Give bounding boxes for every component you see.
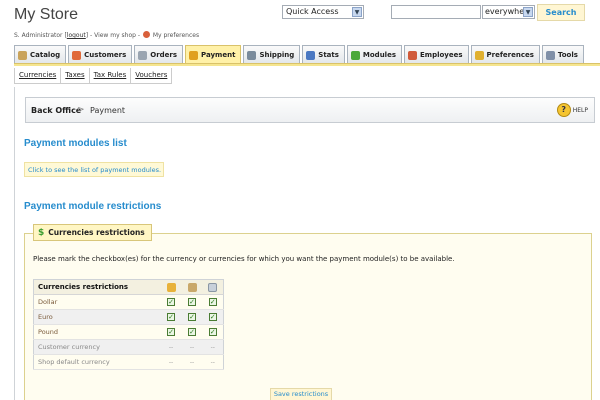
cod-module-icon: [208, 282, 218, 292]
currency-restrictions-table: Currencies restrictions Dollar ✓ ✓ ✓ Euro ✓ ✓ ✓…: [33, 279, 224, 370]
stats-icon: [306, 50, 316, 60]
store-title: My Store: [14, 6, 79, 23]
search-button[interactable]: Search: [537, 4, 585, 21]
not-applicable-mark: --: [210, 359, 215, 366]
not-applicable-mark: --: [189, 359, 195, 366]
tab-label: Tools: [557, 51, 578, 59]
tab-customers[interactable]: Customers: [68, 45, 133, 64]
chevron-right-icon: >: [77, 105, 85, 115]
tab-label: Payment: [201, 51, 236, 59]
subtab-currencies[interactable]: Currencies: [15, 68, 62, 83]
user-name: S. Administrator: [14, 32, 63, 39]
main-tabs: Catalog Customers Orders Payment Shipping Sta…: [14, 45, 586, 64]
not-applicable-mark: --: [168, 359, 174, 366]
chevron-down-icon: ▼: [523, 7, 533, 17]
dollar-icon: $: [38, 227, 45, 238]
restriction-checkbox[interactable]: ✓: [167, 313, 175, 321]
tab-label: Shipping: [259, 51, 295, 59]
orders-icon: [138, 50, 148, 60]
shipping-icon: [247, 50, 257, 60]
subtab-taxes[interactable]: Taxes: [61, 68, 90, 83]
tab-preferences[interactable]: Preferences: [470, 45, 540, 64]
restriction-checkbox[interactable]: ✓: [208, 313, 217, 321]
restriction-checkbox[interactable]: ✓: [188, 298, 196, 306]
user-line: S. Administrator [logout] - View my shop…: [14, 31, 200, 39]
legend-label: Currencies restrictions: [48, 228, 145, 237]
search-scope-select[interactable]: everywhere ▼: [482, 5, 535, 19]
sub-tabs: Currencies Taxes Tax Rules Vouchers: [14, 68, 173, 84]
not-applicable-mark: --: [210, 344, 215, 351]
help-label: HELP: [572, 106, 588, 114]
tab-label: Modules: [362, 51, 396, 59]
currency-label: Customer currency: [33, 339, 161, 355]
breadcrumb-root[interactable]: Back Office: [31, 106, 81, 115]
currency-label: Dollar: [33, 294, 161, 310]
tab-label: Orders: [150, 51, 178, 59]
currency-label: Euro: [33, 309, 161, 325]
payment-icon: [189, 50, 199, 60]
quick-access-select[interactable]: Quick Access ▼: [282, 5, 364, 19]
subtab-tax-rules[interactable]: Tax Rules: [90, 68, 132, 83]
tab-modules[interactable]: Modules: [346, 45, 402, 64]
breadcrumb: Back Office > Payment ? HELP: [25, 97, 595, 123]
table-row: Euro ✓ ✓ ✓: [33, 309, 224, 325]
cheque-module-icon: [166, 282, 176, 292]
tab-label: Preferences: [486, 51, 534, 59]
tab-underline: [14, 63, 600, 66]
save-restrictions-button[interactable]: Save restrictions: [270, 388, 332, 400]
tab-payment[interactable]: Payment: [185, 45, 242, 64]
restriction-checkbox[interactable]: ✓: [188, 313, 196, 321]
preferences-icon: [474, 50, 484, 60]
tab-tools[interactable]: Tools: [541, 45, 584, 64]
preferences-icon: [142, 31, 150, 38]
restriction-checkbox[interactable]: ✓: [167, 328, 175, 336]
tools-icon: [545, 50, 555, 60]
header: My Store S. Administrator [logout] - Vie…: [0, 0, 600, 44]
breadcrumb-current: Payment: [90, 106, 126, 115]
table-header: Currencies restrictions: [33, 279, 161, 295]
table-row: Shop default currency -- -- --: [33, 354, 224, 370]
tab-stats[interactable]: Stats: [302, 45, 345, 64]
not-applicable-mark: --: [189, 344, 195, 351]
restriction-checkbox[interactable]: ✓: [208, 328, 217, 336]
restriction-checkbox[interactable]: ✓: [167, 298, 175, 306]
payment-modules-list-title: Payment modules list: [24, 138, 127, 149]
content-area: Back Office > Payment ? HELP Payment mod…: [14, 87, 600, 400]
help-button[interactable]: ? HELP: [556, 103, 588, 117]
table-row: Dollar ✓ ✓ ✓: [33, 294, 224, 310]
tab-catalog[interactable]: Catalog: [14, 45, 67, 64]
not-applicable-mark: --: [168, 344, 174, 351]
search-input[interactable]: [391, 5, 481, 19]
table-row: Pound ✓ ✓ ✓: [33, 324, 224, 340]
tab-orders[interactable]: Orders: [134, 45, 184, 64]
subtab-vouchers[interactable]: Vouchers: [131, 68, 171, 83]
tab-shipping[interactable]: Shipping: [243, 45, 301, 64]
restrictions-instructions: Please mark the checkbox(es) for the cur…: [33, 255, 455, 263]
logout-link[interactable]: logout: [67, 32, 86, 39]
payment-module-restrictions-title: Payment module restrictions: [24, 201, 162, 212]
customers-icon: [72, 50, 82, 60]
currency-label: Shop default currency: [33, 354, 161, 370]
table-row: Customer currency -- -- --: [33, 339, 224, 355]
my-preferences-link[interactable]: My preferences: [153, 32, 199, 39]
tab-label: Customers: [84, 51, 127, 59]
modules-icon: [350, 50, 360, 60]
currency-label: Pound: [33, 324, 161, 340]
restriction-checkbox[interactable]: ✓: [188, 328, 196, 336]
employees-icon: [408, 50, 417, 60]
chevron-down-icon: ▼: [352, 7, 362, 17]
help-icon: ?: [556, 103, 571, 117]
tab-label: Stats: [318, 51, 339, 59]
tab-label: Employees: [420, 51, 463, 59]
tab-employees[interactable]: Employees: [404, 45, 469, 64]
quick-access-value: Quick Access: [286, 7, 339, 16]
restriction-checkbox[interactable]: ✓: [208, 298, 217, 306]
wire-module-icon: [187, 282, 197, 292]
tab-label: Catalog: [30, 51, 61, 59]
currencies-restrictions-legend: $ Currencies restrictions: [33, 224, 152, 241]
payment-modules-list-link[interactable]: Click to see the list of payment modules…: [24, 162, 164, 177]
view-shop-link[interactable]: View my shop: [94, 32, 136, 39]
catalog-icon: [18, 50, 27, 60]
